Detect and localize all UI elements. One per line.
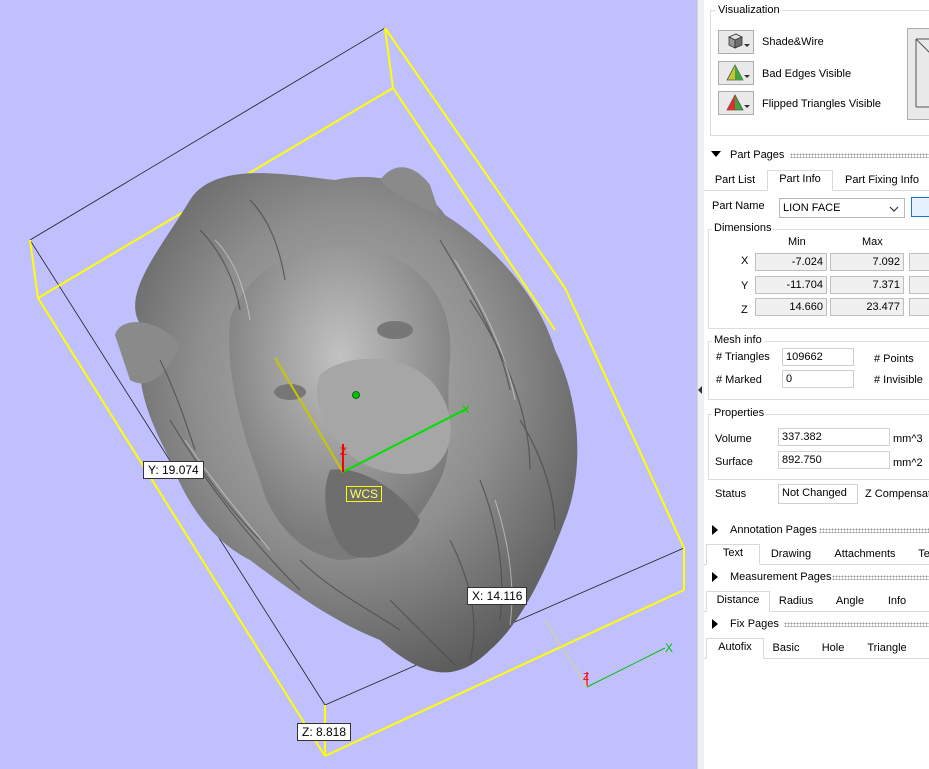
dim-axis-y: Y: [741, 280, 749, 292]
marked-label: # Marked: [716, 374, 762, 386]
dim-y-max[interactable]: 7.371: [830, 276, 904, 294]
expand-arrow-icon: [712, 525, 718, 535]
dimensions-title: Dimensions: [712, 222, 774, 234]
triangles-label: # Triangles: [716, 351, 770, 363]
dim-y-extra[interactable]: [909, 276, 929, 294]
section-divider: [832, 575, 929, 580]
shade-wire-label: Shade&Wire: [762, 36, 824, 48]
tab-hole[interactable]: Hole: [816, 640, 850, 657]
properties-title: Properties: [712, 407, 767, 419]
tab-part-info[interactable]: Part Info: [767, 170, 833, 191]
tab-basic[interactable]: Basic: [768, 640, 804, 657]
tab-text-overflow[interactable]: Te: [916, 546, 929, 563]
wcs-z-letter: Z: [340, 446, 347, 458]
dim-x-min[interactable]: -7.024: [755, 253, 827, 271]
dim-x-max[interactable]: 7.092: [830, 253, 904, 271]
marked-value: 0: [782, 370, 854, 388]
dim-z-max[interactable]: 23.477: [830, 298, 904, 316]
triad-z-letter: Z: [583, 672, 589, 683]
volume-label: Volume: [715, 433, 752, 445]
measurement-pages-header[interactable]: Measurement Pages: [704, 570, 929, 586]
tab-angle[interactable]: Angle: [830, 593, 870, 610]
dim-x-extra[interactable]: [909, 253, 929, 271]
part-pages-title: Part Pages: [730, 149, 785, 161]
bad-edges-button[interactable]: [718, 61, 754, 85]
annotation-pages-tabs: Text Drawing Attachments Te: [704, 544, 929, 565]
measurement-pages-tabs: Distance Radius Angle Info: [704, 591, 929, 612]
tab-text[interactable]: Text: [706, 544, 760, 565]
triad-x-letter: X: [665, 641, 673, 655]
expand-arrow-icon: [712, 619, 718, 629]
tab-drawing[interactable]: Drawing: [764, 546, 818, 563]
volume-unit: mm^3: [893, 433, 923, 445]
bad-edges-label: Bad Edges Visible: [762, 68, 852, 80]
wcs-x-letter: X: [462, 404, 470, 416]
surface-value: 892.750: [778, 451, 890, 469]
view-cube-icon: [915, 38, 929, 108]
tab-radius[interactable]: Radius: [774, 593, 818, 610]
z-dimension-label: Z: 8.818: [297, 723, 352, 741]
visualization-title: Visualization: [716, 4, 782, 16]
tab-info[interactable]: Info: [881, 593, 913, 610]
part-name-select[interactable]: LION FACE: [779, 198, 905, 218]
points-label: # Points: [874, 353, 914, 365]
tab-part-list[interactable]: Part List: [710, 172, 760, 189]
volume-value: 337.382: [778, 428, 890, 446]
part-pages-tabs: Part List Part Info Part Fixing Info: [704, 170, 929, 191]
3d-viewport[interactable]: X Z X Z Y: 19.074 X: 14.116 Z: 8.818 WCS: [0, 0, 697, 769]
chevron-down-icon: [889, 206, 899, 212]
surface-label: Surface: [715, 456, 753, 468]
part-pages-header[interactable]: Part Pages: [704, 148, 929, 164]
view-cube-button[interactable]: [907, 28, 929, 120]
properties-panel: Visualization Shade&Wire Bad Edges Visib…: [704, 0, 929, 769]
tab-autofix[interactable]: Autofix: [706, 638, 764, 659]
status-value: Not Changed: [778, 484, 858, 504]
invisible-label: # Invisible: [874, 374, 923, 386]
rename-button[interactable]: [911, 197, 929, 217]
section-divider: [790, 153, 929, 158]
col-max-header: Max: [862, 236, 883, 248]
scene-canvas[interactable]: X Z X Z: [0, 0, 697, 769]
dim-z-min[interactable]: 14.660: [755, 298, 827, 316]
shade-wire-button[interactable]: [718, 30, 754, 54]
tab-attachments[interactable]: Attachments: [830, 546, 900, 563]
dim-axis-x: X: [741, 255, 749, 267]
tab-triangle[interactable]: Triangle: [862, 640, 912, 657]
triangles-value: 109662: [782, 348, 854, 366]
tab-distance[interactable]: Distance: [706, 591, 770, 612]
tab-part-fixing-info[interactable]: Part Fixing Info: [840, 172, 924, 189]
measurement-pages-title: Measurement Pages: [730, 571, 832, 583]
fix-pages-tabs: Autofix Basic Hole Triangle: [704, 638, 929, 659]
flipped-triangles-label: Flipped Triangles Visible: [762, 98, 882, 110]
status-label: Status: [715, 488, 747, 500]
dim-y-min[interactable]: -11.704: [755, 276, 827, 294]
expand-arrow-icon: [712, 572, 718, 582]
col-min-header: Min: [788, 236, 806, 248]
flipped-triangles-button[interactable]: [718, 91, 754, 115]
flipped-triangles-icon: [726, 94, 750, 111]
section-divider: [784, 622, 929, 627]
collapse-arrow-icon: [711, 151, 721, 157]
wcs-label: WCS: [346, 486, 382, 502]
mesh-info-title: Mesh info: [712, 334, 764, 346]
section-divider: [819, 528, 929, 533]
fix-pages-header[interactable]: Fix Pages: [704, 617, 929, 633]
y-dimension-label: Y: 19.074: [143, 461, 204, 479]
properties-group: [708, 414, 929, 480]
part-name-label: Part Name: [712, 200, 765, 212]
x-dimension-label: X: 14.116: [467, 587, 528, 605]
annotation-pages-title: Annotation Pages: [730, 524, 817, 536]
splitter-arrow-icon[interactable]: [698, 386, 702, 394]
annotation-pages-header[interactable]: Annotation Pages: [704, 523, 929, 539]
fix-pages-title: Fix Pages: [730, 618, 779, 630]
corner-axis-triad: [544, 619, 666, 688]
z-compensation-label: Z Compensat: [865, 488, 929, 500]
dim-z-extra[interactable]: [909, 298, 929, 316]
part-name-value: LION FACE: [783, 202, 841, 214]
bad-edges-icon: [726, 64, 750, 81]
shade-wire-icon: [728, 33, 750, 49]
surface-unit: mm^2: [893, 457, 923, 469]
dim-axis-z: Z: [741, 304, 748, 316]
